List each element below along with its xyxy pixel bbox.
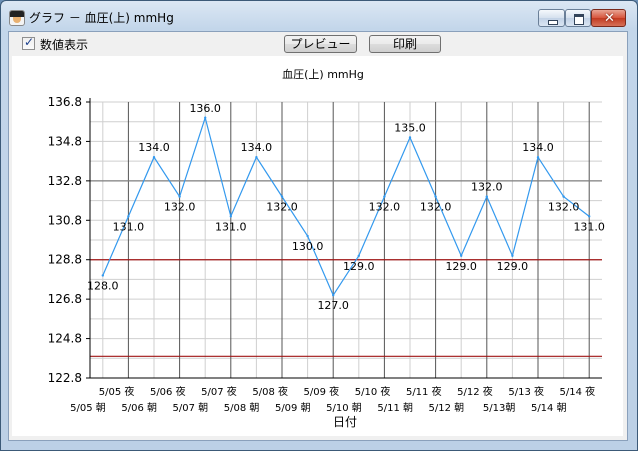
data-label: 134.0 (522, 141, 554, 154)
data-point (127, 215, 130, 218)
data-label: 131.0 (113, 220, 145, 233)
maximize-button[interactable] (565, 9, 591, 27)
data-point (588, 215, 591, 218)
data-label: 134.0 (138, 141, 170, 154)
y-tick-label: 134.8 (48, 134, 82, 148)
x-tick-label: 5/06 朝 (121, 402, 157, 414)
data-point (204, 116, 207, 119)
data-label: 128.0 (87, 279, 119, 292)
data-point (460, 254, 463, 257)
data-label: 134.0 (241, 141, 273, 154)
x-tick-label: 5/05 夜 (99, 385, 135, 398)
x-tick-label: 5/08 夜 (252, 385, 288, 398)
close-icon: ✕ (604, 11, 615, 26)
y-tick-label: 124.8 (48, 332, 82, 346)
print-button[interactable]: 印刷 (369, 35, 441, 53)
x-tick-label: 5/10 夜 (355, 385, 391, 398)
data-label: 132.0 (369, 201, 401, 214)
data-label: 129.0 (343, 260, 375, 273)
x-tick-label: 5/14 朝 (531, 402, 567, 414)
data-label: 131.0 (215, 220, 247, 233)
checkmark-icon: ✓ (24, 35, 35, 49)
x-tick-label: 5/10 朝 (326, 402, 362, 414)
data-label: 131.0 (573, 220, 605, 233)
data-point (536, 156, 540, 159)
chart: 血圧(上) mmHg 日付 136.8 134.8 132.8 130.8 128.8 1… (48, 67, 605, 429)
data-point (511, 254, 514, 257)
minimize-icon (548, 20, 558, 25)
data-label: 129.0 (445, 260, 477, 273)
data-point (306, 234, 309, 238)
data-point (101, 274, 105, 277)
x-tick-label: 5/11 朝 (377, 402, 413, 414)
data-label: 132.0 (471, 181, 503, 194)
data-point (178, 195, 181, 198)
data-point (562, 195, 565, 198)
graph-window: グラフ － 血圧(上) mmHg ✕ ✓ 数値表示 プレビュー 印刷 血圧(上)… (0, 0, 638, 451)
x-tick-label: 5/08 朝 (224, 402, 260, 414)
close-button[interactable]: ✕ (591, 9, 626, 27)
data-point (332, 294, 335, 297)
data-label: 132.0 (548, 201, 580, 214)
data-label: 129.0 (497, 260, 529, 273)
data-label: 127.0 (317, 299, 349, 312)
x-tick-label: 5/05 朝 (70, 402, 106, 414)
x-axis-label: 日付 (333, 415, 357, 429)
chart-area: 血圧(上) mmHg 日付 136.8 134.8 132.8 130.8 128.8 1… (12, 56, 623, 436)
data-point (408, 136, 412, 139)
x-tick-label: 5/11 夜 (406, 385, 442, 398)
data-point (152, 156, 156, 159)
client-area: ✓ 数値表示 プレビュー 印刷 血圧(上) mmHg 日付 136.8 134.8… (8, 31, 628, 441)
x-tick-label: 5/09 朝 (275, 402, 311, 414)
y-tick-label: 132.8 (48, 174, 82, 188)
data-label: 136.0 (189, 102, 221, 115)
data-label: 132.0 (266, 201, 298, 214)
data-label: 130.0 (292, 240, 324, 253)
app-icon (9, 10, 25, 26)
y-tick-label: 126.8 (48, 292, 82, 306)
data-label: 132.0 (420, 201, 452, 214)
show-values-checkbox[interactable]: ✓ (22, 35, 35, 50)
y-tick-label: 130.8 (48, 213, 82, 227)
data-point (229, 215, 232, 218)
data-point (255, 156, 258, 159)
y-tick-label: 128.8 (48, 253, 82, 267)
x-tick-label: 5/14 夜 (560, 385, 596, 398)
title-bar[interactable]: グラフ － 血圧(上) mmHg ✕ (1, 1, 637, 31)
x-tick-label: 5/07 夜 (201, 385, 237, 398)
maximize-icon (574, 14, 584, 25)
window-title: グラフ － 血圧(上) mmHg (29, 11, 174, 25)
chart-title: 血圧(上) mmHg (282, 67, 364, 81)
data-point (280, 195, 284, 198)
data-point (357, 254, 360, 257)
data-point (383, 195, 386, 198)
data-label: 135.0 (394, 121, 426, 134)
data-point (434, 195, 437, 198)
data-label: 132.0 (164, 201, 196, 214)
x-tick-label: 5/13 夜 (508, 385, 544, 398)
y-tick-label: 122.8 (48, 371, 82, 385)
minimize-button[interactable] (538, 9, 565, 27)
preview-button[interactable]: プレビュー (284, 35, 357, 53)
x-tick-label: 5/06 夜 (150, 385, 186, 398)
x-tick-label: 5/07 朝 (173, 402, 209, 414)
x-tick-label: 5/13朝 (483, 402, 515, 414)
x-tick-label: 5/12 夜 (457, 385, 493, 398)
show-values-label[interactable]: 数値表示 (40, 36, 88, 53)
x-tick-label: 5/09 夜 (304, 385, 340, 398)
data-point (485, 195, 488, 198)
y-tick-label: 136.8 (48, 95, 82, 109)
x-tick-label: 5/12 朝 (429, 402, 465, 414)
